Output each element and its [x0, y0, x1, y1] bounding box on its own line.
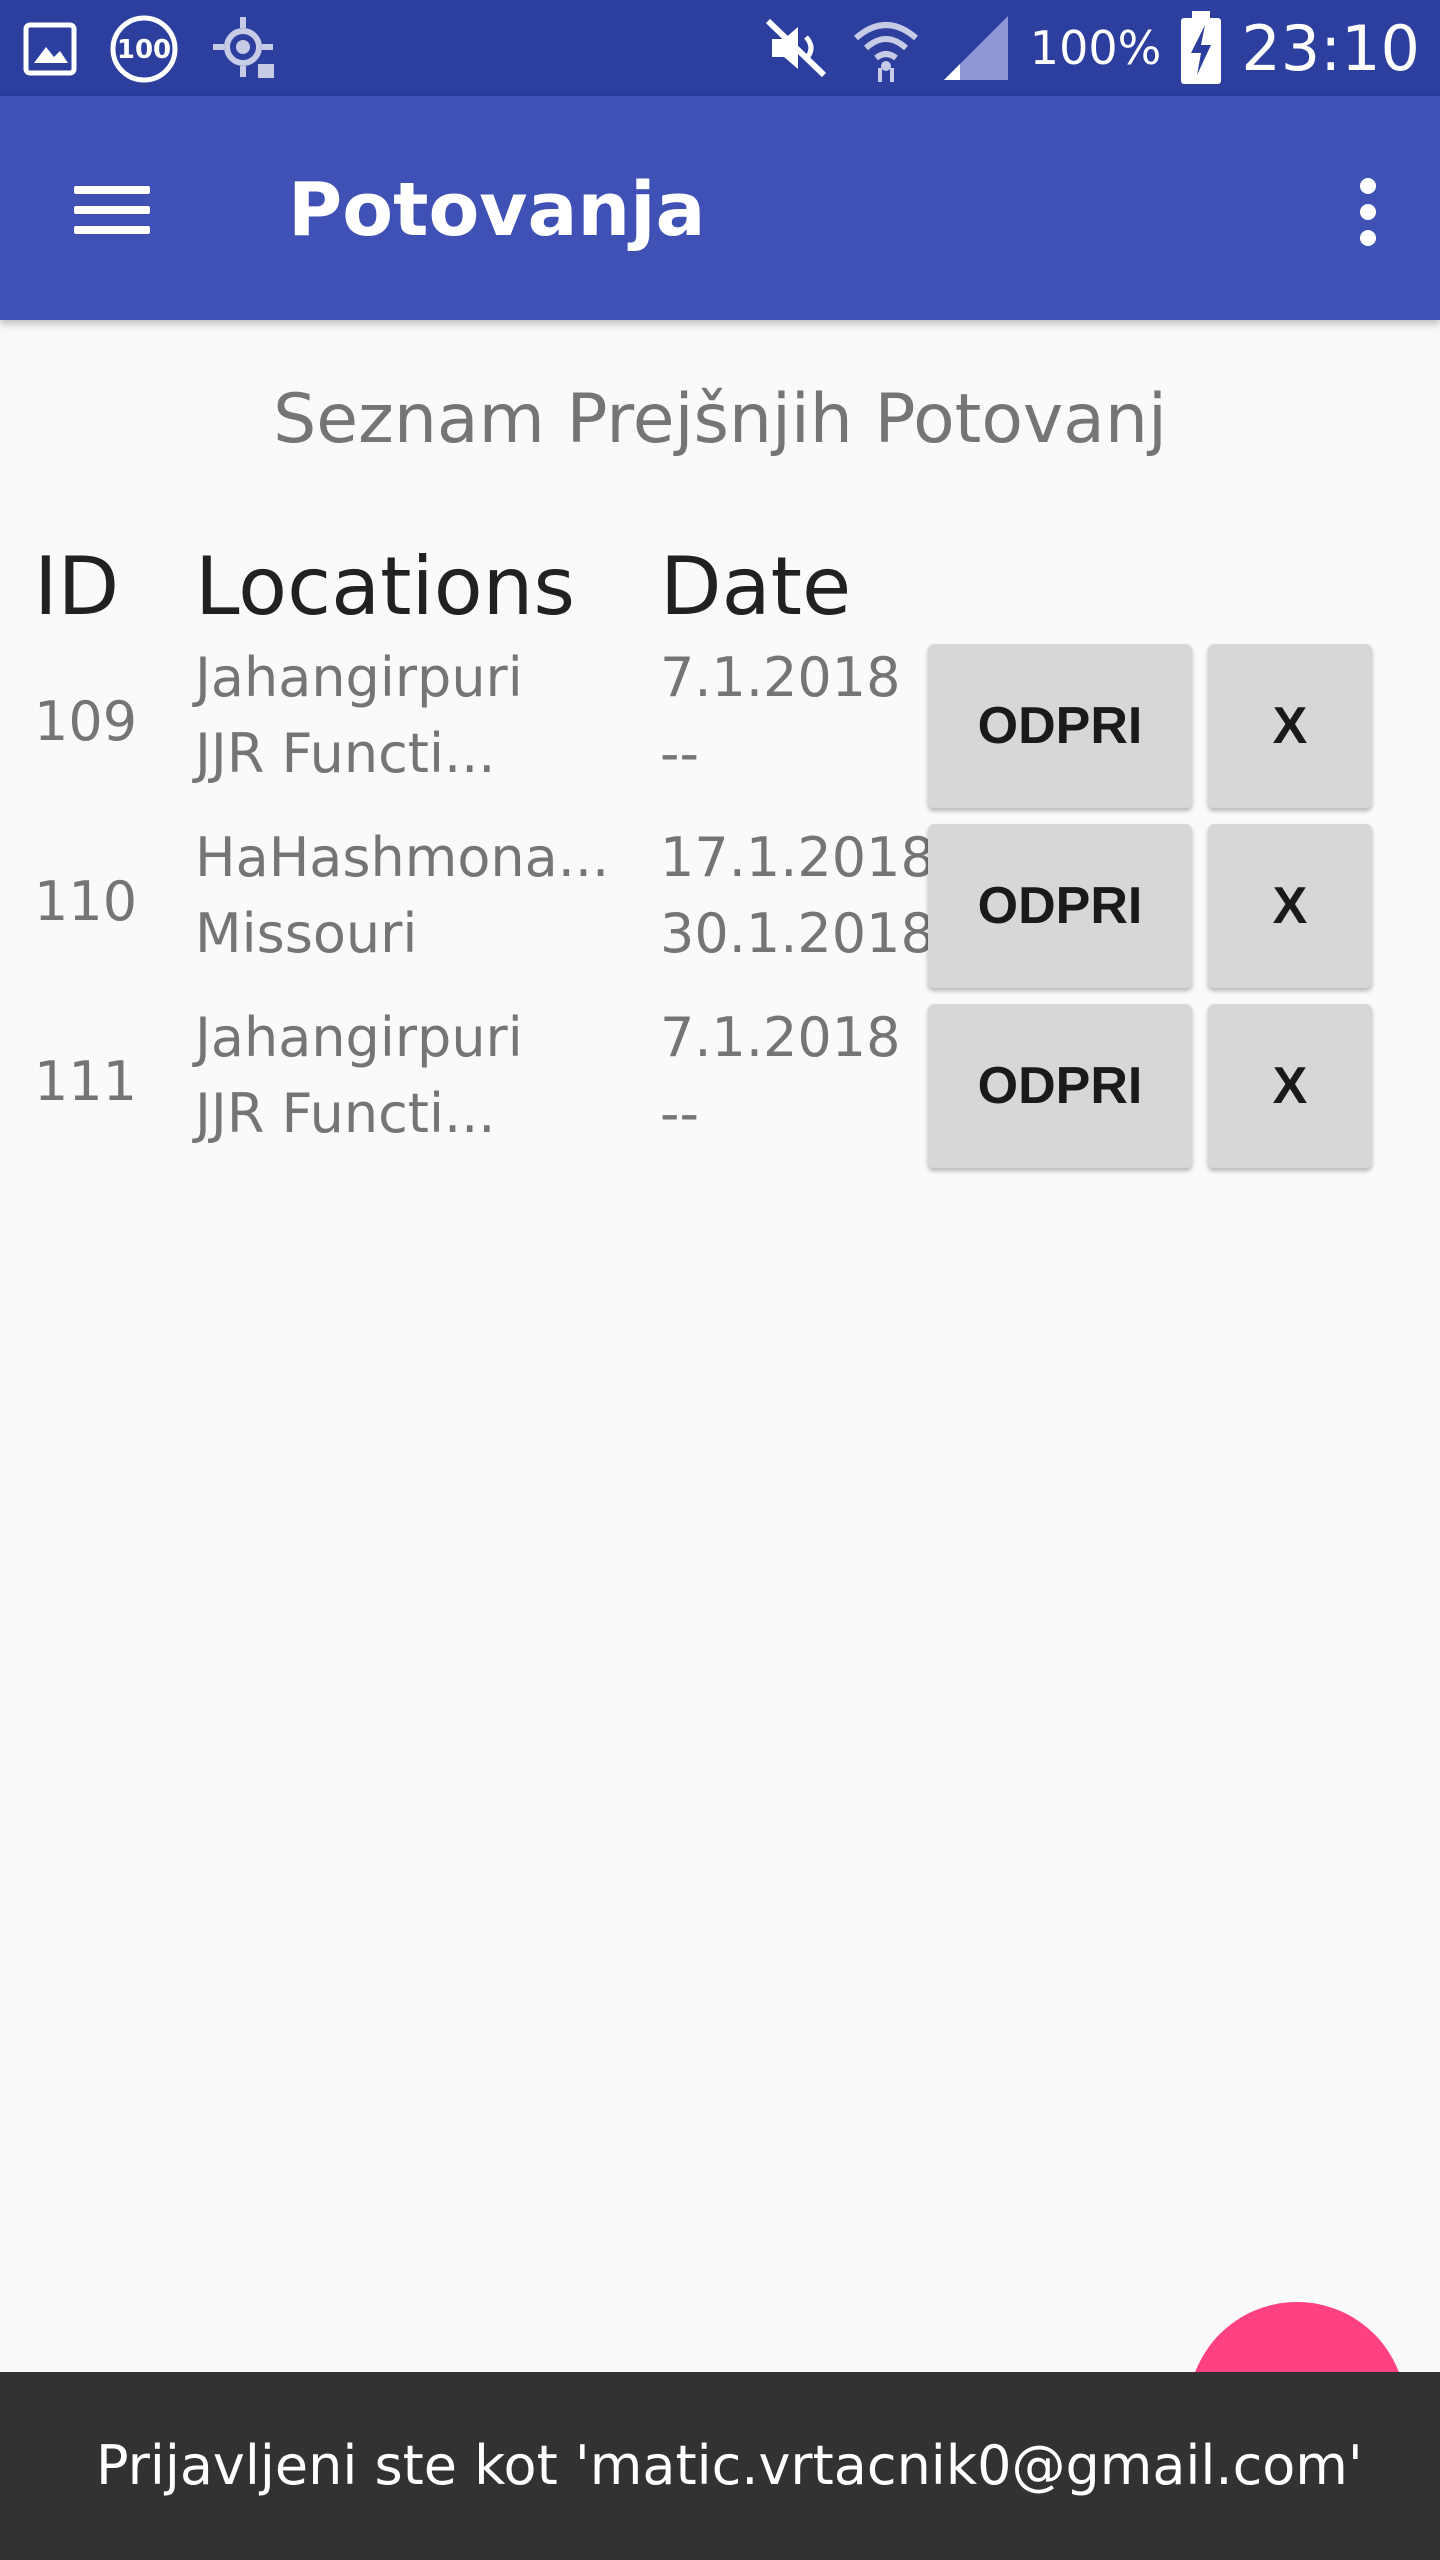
battery-percent: 100%: [1029, 21, 1162, 75]
trip-dates: 7.1.2018 --: [660, 640, 900, 792]
app-bar: Potovanja: [0, 96, 1440, 320]
status-time: 23:10: [1241, 11, 1420, 85]
page-title: Potovanja: [288, 167, 706, 253]
trip-locations: Jahangirpuri JJR Functi...: [195, 640, 523, 792]
trip-id: 110: [34, 870, 138, 933]
snackbar: Prijavljeni ste kot 'matic.vrtacnik0@gma…: [0, 2372, 1440, 2560]
mute-icon: [765, 18, 826, 78]
location-icon: [213, 17, 274, 78]
battery-charging-icon: [1181, 11, 1222, 84]
delete-trip-button[interactable]: X: [1208, 824, 1372, 988]
signal-icon: [943, 16, 1008, 80]
delete-trip-button[interactable]: X: [1208, 1004, 1372, 1168]
status-icons-left: 100: [22, 14, 280, 84]
delete-trip-button[interactable]: X: [1208, 644, 1372, 808]
badge-text: 100: [117, 35, 171, 65]
trip-date-end: --: [660, 1082, 699, 1145]
trip-id: 109: [34, 690, 138, 753]
column-header-id: ID: [34, 540, 120, 633]
trip-date-start: 17.1.2018: [660, 826, 935, 889]
column-header-locations: Locations: [195, 540, 576, 633]
image-icon: [23, 22, 77, 76]
trip-date-start: 7.1.2018: [660, 1006, 901, 1069]
badge-100-icon: 100: [110, 15, 178, 83]
trip-dates: 17.1.2018 30.1.2018: [660, 820, 935, 972]
list-subtitle: Seznam Prejšnjih Potovanj: [273, 380, 1167, 459]
status-icons-right: 100% 23:10: [762, 8, 1420, 88]
wifi-icon: [853, 22, 918, 82]
table-row: 111 Jahangirpuri JJR Functi... 7.1.2018 …: [0, 1000, 1440, 1170]
column-header-date: Date: [660, 540, 852, 633]
table-row: 110 HaHashmona... Missouri 17.1.2018 30.…: [0, 820, 1440, 990]
trip-locations: Jahangirpuri JJR Functi...: [195, 1000, 523, 1152]
trip-location-start: HaHashmona...: [195, 826, 610, 889]
status-bar: 100 100% 23:10: [0, 0, 1440, 96]
open-trip-button[interactable]: ODPRI: [928, 824, 1192, 988]
trip-locations: HaHashmona... Missouri: [195, 820, 609, 972]
trip-location-end: JJR Functi...: [195, 722, 496, 785]
trip-location-end: Missouri: [195, 902, 418, 965]
trip-id: 111: [34, 1050, 138, 1113]
trip-location-start: Jahangirpuri: [195, 646, 523, 709]
trip-location-end: JJR Functi...: [195, 1082, 496, 1145]
trip-date-start: 7.1.2018: [660, 646, 901, 709]
more-vert-icon[interactable]: [1326, 162, 1406, 258]
open-trip-button[interactable]: ODPRI: [928, 1004, 1192, 1168]
trip-date-end: 30.1.2018: [660, 902, 935, 965]
trip-dates: 7.1.2018 --: [660, 1000, 900, 1152]
table-row: 109 Jahangirpuri JJR Functi... 7.1.2018 …: [0, 640, 1440, 810]
trip-location-start: Jahangirpuri: [195, 1006, 523, 1069]
hamburger-menu-icon[interactable]: [54, 162, 174, 258]
trip-date-end: --: [660, 722, 699, 785]
snackbar-message: Prijavljeni ste kot 'matic.vrtacnik0@gma…: [96, 2434, 1363, 2497]
open-trip-button[interactable]: ODPRI: [928, 644, 1192, 808]
